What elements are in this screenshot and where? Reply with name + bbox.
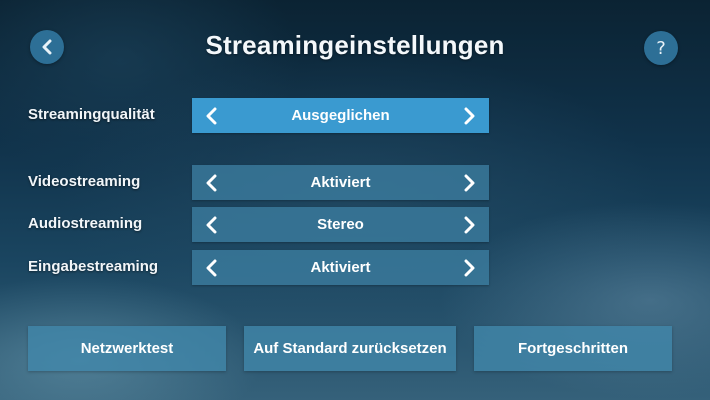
streaming-quality-selector: Ausgeglichen xyxy=(192,98,489,133)
chevron-right-icon xyxy=(464,259,475,276)
input-streaming-label: Eingabestreaming xyxy=(28,258,159,275)
chevron-left-icon xyxy=(206,216,217,233)
reset-defaults-button[interactable]: Auf Standard zurücksetzen xyxy=(244,326,456,371)
chevron-left-icon xyxy=(206,107,217,124)
help-icon: ? xyxy=(656,37,666,59)
chevron-right-icon xyxy=(464,174,475,191)
streaming-quality-label: Streamingqualität xyxy=(28,106,155,123)
advanced-button[interactable]: Fortgeschritten xyxy=(474,326,672,371)
input-streaming-next-button[interactable] xyxy=(455,250,485,285)
chevron-left-icon xyxy=(206,259,217,276)
video-streaming-prev-button[interactable] xyxy=(196,165,226,200)
input-streaming-value: Aktiviert xyxy=(310,259,371,276)
audio-streaming-label: Audiostreaming xyxy=(28,215,143,232)
audio-streaming-selector: Stereo xyxy=(192,207,489,242)
chevron-right-icon xyxy=(464,216,475,233)
chevron-right-icon xyxy=(464,107,475,124)
streaming-quality-prev-button[interactable] xyxy=(196,98,226,133)
audio-streaming-next-button[interactable] xyxy=(455,207,485,242)
audio-streaming-prev-button[interactable] xyxy=(196,207,226,242)
help-button[interactable]: ? xyxy=(644,31,678,65)
video-streaming-value: Aktiviert xyxy=(310,174,371,191)
input-streaming-selector: Aktiviert xyxy=(192,250,489,285)
network-test-button[interactable]: Netzwerktest xyxy=(28,326,226,371)
video-streaming-next-button[interactable] xyxy=(455,165,485,200)
audio-streaming-value: Stereo xyxy=(317,216,364,233)
page-title: Streamingeinstellungen xyxy=(205,30,505,60)
streaming-quality-next-button[interactable] xyxy=(455,98,485,133)
video-streaming-selector: Aktiviert xyxy=(192,165,489,200)
video-streaming-label: Videostreaming xyxy=(28,173,141,190)
streaming-quality-value: Ausgeglichen xyxy=(291,107,390,124)
input-streaming-prev-button[interactable] xyxy=(196,250,226,285)
chevron-left-icon xyxy=(206,174,217,191)
